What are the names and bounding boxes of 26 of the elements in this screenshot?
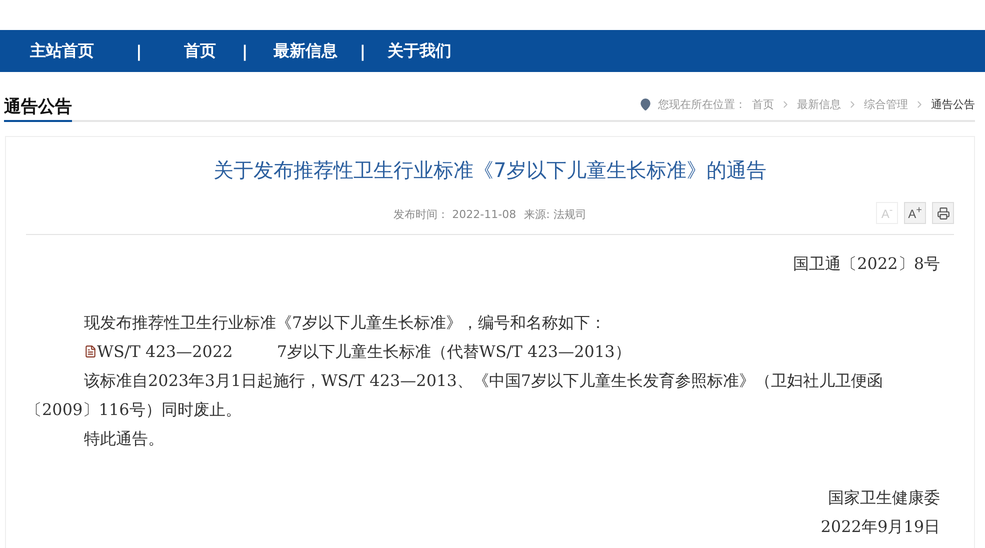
- nav-separator: |: [136, 42, 142, 60]
- breadcrumb-label: 您现在所在位置：: [658, 97, 746, 112]
- breadcrumb-link[interactable]: 通告公告: [931, 97, 975, 112]
- nav-separator: |: [242, 42, 248, 60]
- attachment-link[interactable]: WS/T 423—2022: [97, 337, 233, 366]
- date: 2022年9月19日: [820, 516, 941, 538]
- print-button[interactable]: [932, 202, 954, 224]
- section-title: 通告公告: [4, 95, 72, 122]
- attachment-title: 7岁以下儿童生长标准（代替WS/T 423—2013）: [276, 341, 631, 363]
- article-meta: 来源: 法规司: [524, 206, 586, 222]
- paragraph: 现发布推荐性卫生行业标准《7岁以下儿童生长标准》，编号和名称如下：: [83, 312, 608, 334]
- print-icon: [936, 206, 950, 220]
- nav-link[interactable]: 首页: [184, 40, 216, 62]
- nav-separator: |: [360, 42, 366, 60]
- nav-link[interactable]: 主站首页: [30, 40, 94, 62]
- signature: 国家卫生健康委: [827, 487, 941, 509]
- nav-link[interactable]: 关于我们: [388, 40, 452, 62]
- location-icon: [639, 98, 652, 111]
- paragraph: 该标准自2023年3月1日起施行，WS/T 423—2013、《中国7岁以下儿童生长发育参照标准》（卫妇社儿卫便函〔2009〕116号）同时废止。: [26, 370, 884, 421]
- article-title: 关于发布推荐性卫生行业标准《7岁以下儿童生长标准》的通告: [212, 157, 768, 184]
- paragraph: 特此通告。: [83, 428, 165, 450]
- file-icon: [84, 345, 97, 358]
- font-size-button[interactable]: A$^{+}$: [904, 202, 926, 224]
- nav-link[interactable]: 最新信息: [274, 40, 338, 62]
- article-meta: 发布时间： 2022-11-08: [394, 206, 516, 222]
- document-number: 国卫通〔2022〕8号: [792, 253, 941, 275]
